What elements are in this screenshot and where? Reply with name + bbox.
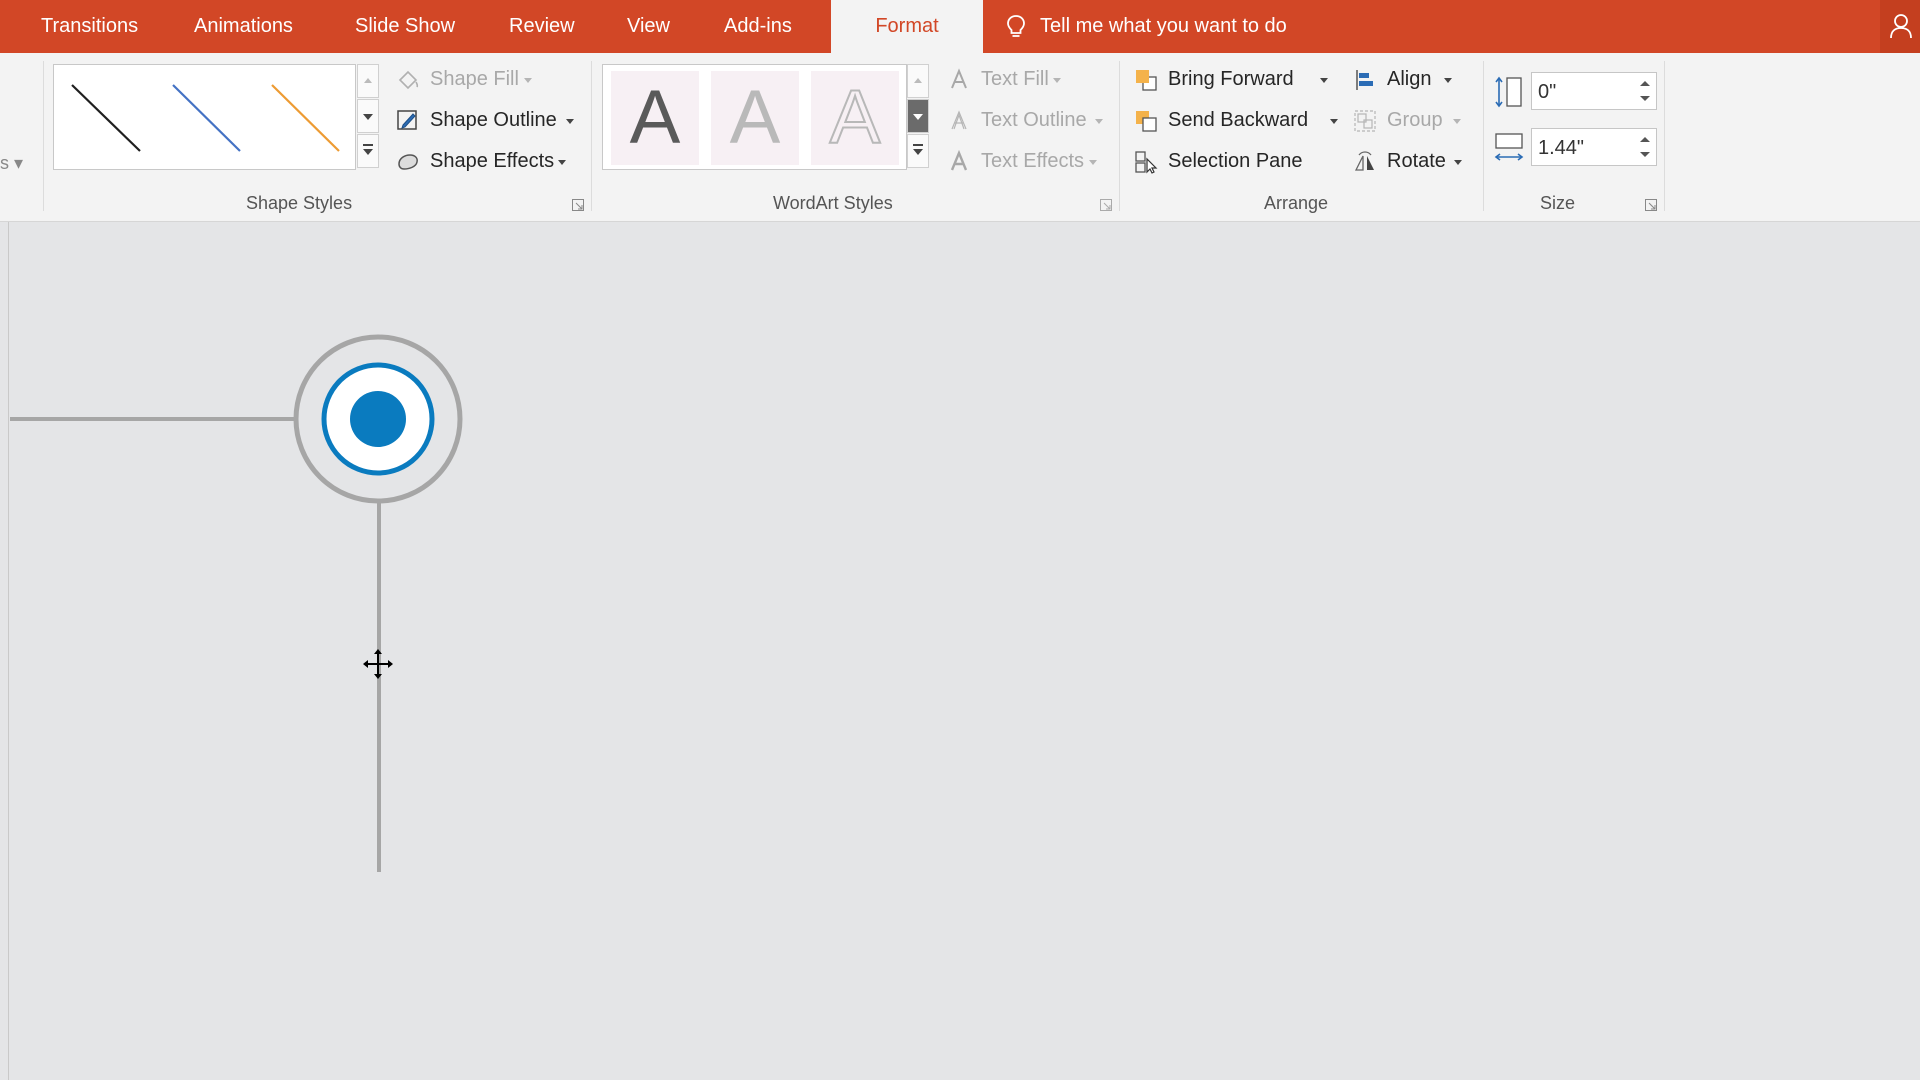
spin-down-icon[interactable] [1640, 96, 1650, 101]
slide-shapes [10, 334, 463, 872]
chevron-down-icon [1453, 119, 1461, 124]
pencil-outline-icon [397, 110, 417, 130]
spin-up-icon[interactable] [1640, 81, 1650, 86]
chevron-down-icon [1320, 78, 1328, 83]
selection-pane-label: Selection Pane [1168, 150, 1303, 172]
rotate-label: Rotate [1387, 150, 1446, 172]
center-dot-shape[interactable] [350, 391, 406, 447]
paint-bucket-icon [398, 70, 419, 90]
shape-width-value: 1.44" [1538, 137, 1585, 159]
tab-slide-show[interactable]: Slide Show [355, 0, 455, 53]
text-outline-label: Text Outline [981, 109, 1087, 131]
text-fill-icon [951, 68, 967, 89]
chevron-down-icon [1330, 119, 1338, 124]
slide-canvas[interactable] [0, 222, 1920, 1080]
rotate-icon [1354, 151, 1374, 171]
gallery-more[interactable] [907, 134, 929, 168]
tab-view[interactable]: View [627, 0, 670, 53]
lightbulb-icon [1007, 15, 1025, 37]
tab-animations[interactable]: Animations [194, 0, 293, 53]
group-icon [1354, 110, 1376, 132]
chevron-down-icon [1454, 160, 1462, 165]
dialog-launcher-icon[interactable] [1100, 199, 1112, 211]
align-icon [1356, 70, 1373, 90]
group-separator [43, 61, 44, 211]
shape-width-input[interactable]: 1.44" [1531, 128, 1657, 166]
dialog-launcher-icon[interactable] [572, 199, 584, 211]
wordart-style-outline[interactable]: A [811, 71, 899, 165]
gallery-scroll-up[interactable] [357, 64, 379, 98]
truncated-group-caret[interactable]: s ▾ [0, 153, 23, 174]
gallery-scroll-up[interactable] [907, 64, 929, 98]
wordart-gallery[interactable]: A A A [602, 64, 907, 170]
shape-effects-icon [398, 154, 418, 170]
dialog-launcher-icon[interactable] [1645, 199, 1657, 211]
shape-width-icon [1494, 133, 1524, 161]
shape-styles-scroll [357, 64, 379, 168]
shape-style-lines [71, 84, 340, 152]
ribbon-tab-bar: Transitions Animations Slide Show Review… [0, 0, 1920, 53]
gallery-more[interactable] [357, 134, 379, 168]
chevron-down-icon [1089, 160, 1097, 165]
send-backward-label: Send Backward [1168, 109, 1309, 131]
shape-styles-group-label: Shape Styles [246, 193, 353, 213]
person-icon [1890, 14, 1912, 39]
account-button[interactable] [1880, 0, 1920, 53]
wordart-scroll [907, 64, 929, 168]
wordart-style-gray[interactable]: A [711, 71, 799, 165]
tab-review[interactable]: Review [509, 0, 575, 53]
align-label: Align [1387, 68, 1432, 90]
selection-pane-icon [1135, 151, 1158, 174]
chevron-down-icon [558, 160, 566, 165]
wordart-style-dark[interactable]: A [611, 71, 699, 165]
text-fill-label: Text Fill [981, 68, 1049, 90]
tab-add-ins[interactable]: Add-ins [724, 0, 792, 53]
wordart-styles-group-label: WordArt Styles [773, 193, 893, 213]
shape-styles-gallery[interactable] [53, 64, 356, 170]
shape-height-input[interactable]: 0" [1531, 72, 1657, 110]
text-effects-icon [950, 150, 968, 171]
chevron-down-icon [1095, 119, 1103, 124]
size-group-label: Size [1540, 193, 1576, 213]
tab-format[interactable]: Format [831, 0, 983, 53]
group-separator [1483, 61, 1484, 211]
shape-fill-label: Shape Fill [430, 68, 519, 90]
group-separator [1119, 61, 1120, 211]
text-outline-icon [951, 110, 967, 130]
shape-height-icon [1495, 76, 1522, 108]
chevron-down-icon [524, 78, 532, 83]
text-effects-label: Text Effects [981, 150, 1085, 172]
arrange-group-label: Arrange [1264, 193, 1329, 213]
tab-transitions[interactable]: Transitions [41, 0, 138, 53]
gallery-scroll-down[interactable] [357, 99, 379, 133]
bring-forward-icon [1136, 70, 1157, 91]
group-separator [591, 61, 592, 211]
chevron-down-icon [1053, 78, 1061, 83]
shape-height-value: 0" [1538, 81, 1557, 103]
group-label: Group [1387, 109, 1443, 131]
gallery-scroll-down[interactable] [907, 99, 929, 133]
shape-effects-label: Shape Effects [430, 150, 555, 172]
spin-up-icon[interactable] [1640, 137, 1650, 142]
chevron-down-icon [566, 119, 574, 124]
bring-forward-label: Bring Forward [1168, 68, 1294, 90]
spin-down-icon[interactable] [1640, 152, 1650, 157]
send-backward-icon [1136, 111, 1157, 132]
tell-me-text: Tell me what you want to do [1040, 15, 1287, 37]
move-cursor-icon [363, 649, 393, 679]
ribbon: s ▾ Shape Fill Shape Outline Shape Effec… [0, 53, 1920, 222]
chevron-down-icon [1444, 78, 1452, 83]
group-separator [1664, 61, 1665, 211]
shape-outline-label: Shape Outline [430, 109, 557, 131]
